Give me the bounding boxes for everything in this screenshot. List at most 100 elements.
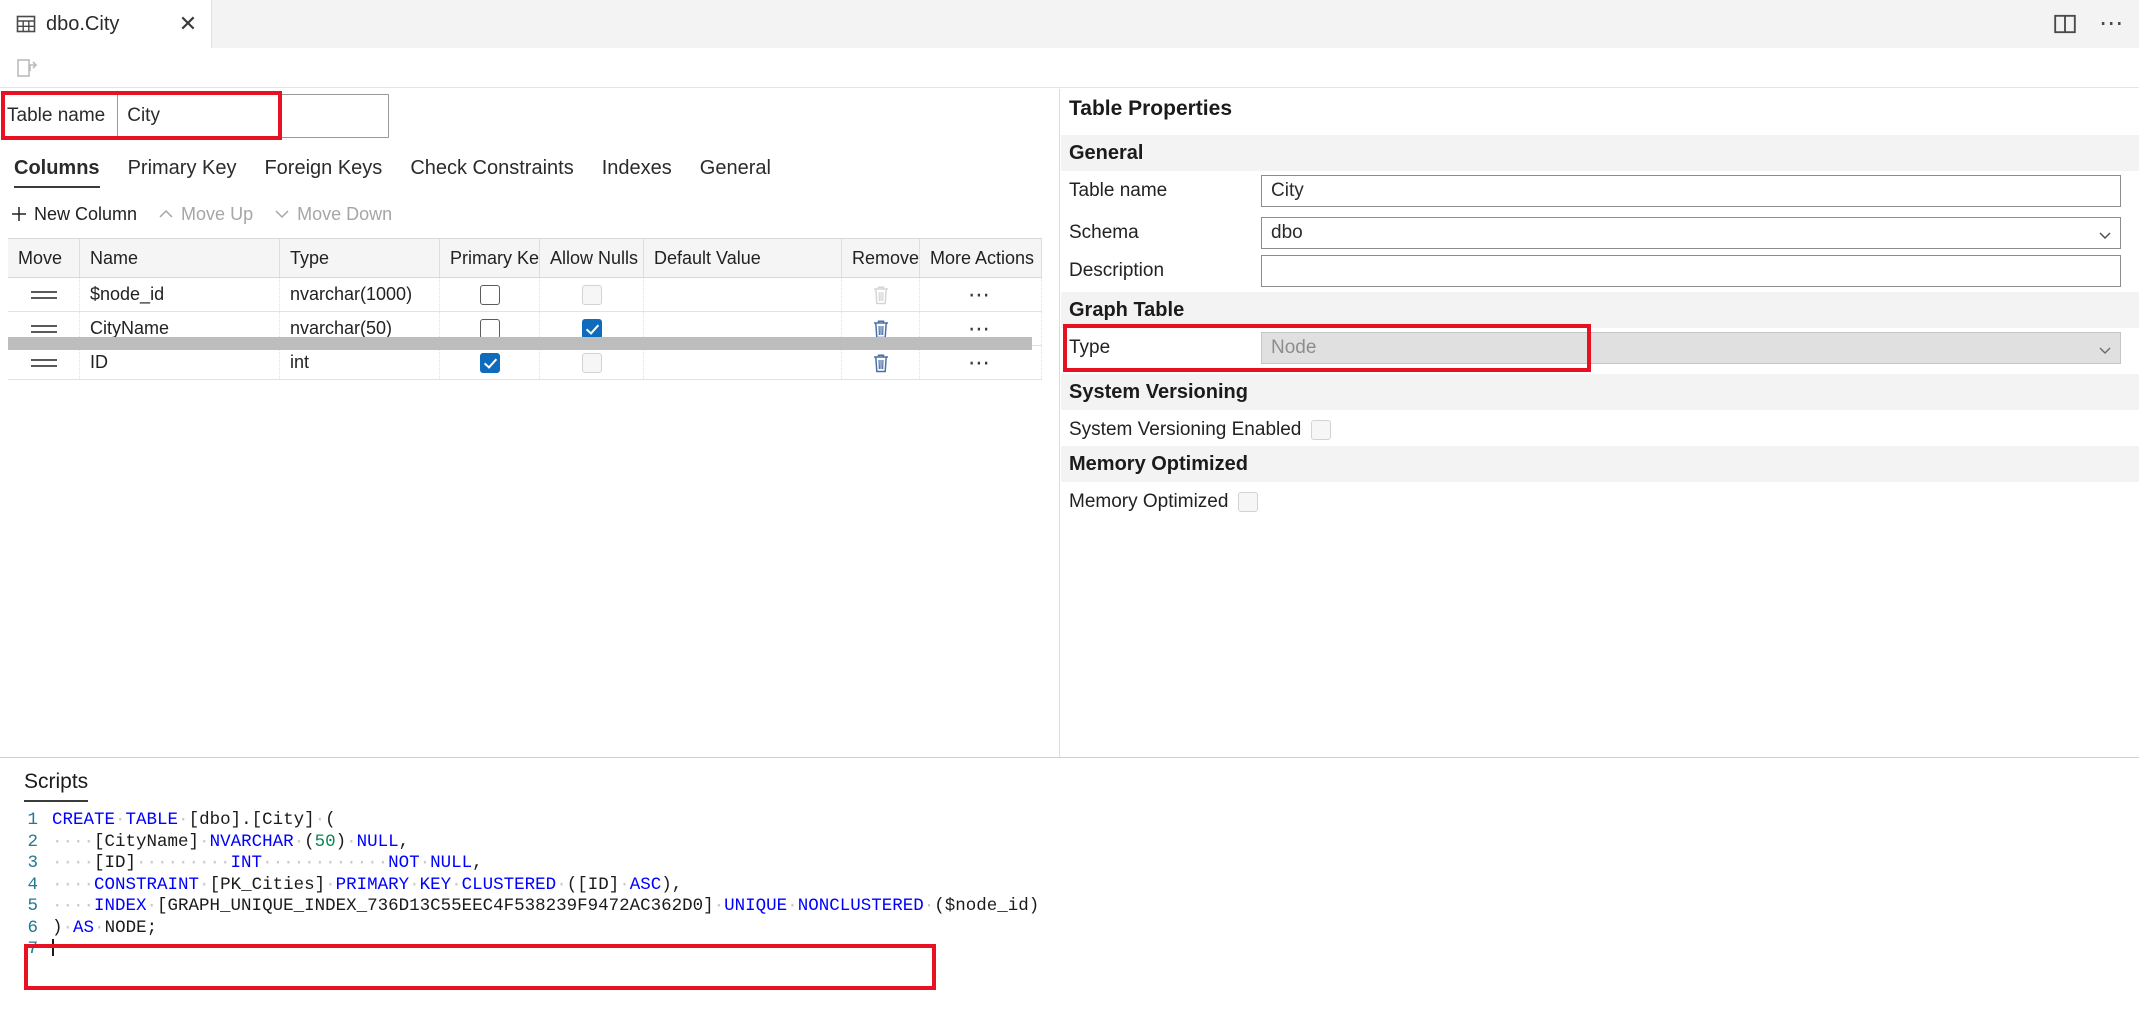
designer-tabs: Columns Primary Key Foreign Keys Check C… — [0, 151, 799, 191]
cell-remove[interactable] — [842, 346, 920, 379]
trash-icon — [871, 284, 891, 306]
move-down-label: Move Down — [297, 203, 393, 224]
tab-check-constraints[interactable]: Check Constraints — [410, 157, 573, 186]
property-label-system-versioning: System Versioning Enabled — [1069, 419, 1302, 440]
code-line: 2 ····[CityName]·NVARCHAR·(50)·NULL, — [0, 832, 2139, 854]
line-number: 2 — [27, 831, 38, 852]
sql-script-editor[interactable]: 1 CREATE·TABLE·[dbo].[City]·(2 ····[CityNa… — [0, 810, 2139, 961]
tab-columns[interactable]: Columns — [14, 157, 100, 188]
close-icon[interactable]: ✕ — [175, 11, 201, 37]
more-actions-icon[interactable]: ⋯ — [968, 283, 993, 306]
publish-changes-icon[interactable] — [16, 57, 38, 79]
line-number: 1 — [27, 810, 38, 830]
code-text: ····CONSTRAINT·[PK_Cities]·PRIMARY·KEY·C… — [52, 874, 683, 895]
property-row-system-versioning: System Versioning Enabled — [1061, 410, 2139, 450]
table-name-label: Table name — [7, 105, 106, 126]
scripts-title: Scripts — [24, 770, 89, 802]
editor-tabstrip: dbo.City ✕ ⋯ — [0, 0, 2139, 49]
line-number: 3 — [27, 853, 38, 873]
col-header-primary-key: Primary Key — [440, 239, 540, 277]
system-versioning-checkbox[interactable] — [1311, 420, 1332, 440]
code-text: CREATE·TABLE·[dbo].[City]·( — [52, 810, 336, 830]
property-input-description[interactable] — [1261, 255, 2121, 287]
cell-column-name[interactable]: ID — [80, 346, 280, 379]
cell-column-name[interactable]: $node_id — [80, 278, 280, 311]
chevron-down-icon — [2098, 341, 2112, 355]
table-row[interactable]: ID int ⋯ — [8, 346, 1042, 380]
scrollbar-thumb[interactable] — [8, 337, 1032, 350]
tab-foreign-keys[interactable]: Foreign Keys — [264, 157, 382, 186]
row-drag-handle[interactable] — [8, 346, 80, 379]
grid-horizontal-scrollbar[interactable] — [8, 337, 1032, 350]
property-row-graph-type: Type Node — [1061, 328, 2139, 368]
code-text: ····INDEX·[GRAPH_UNIQUE_INDEX_736D13C55E… — [52, 896, 1040, 916]
cell-default-value[interactable] — [644, 346, 842, 379]
chevron-up-icon — [157, 205, 175, 223]
code-line: 6)·AS·NODE; — [0, 918, 2139, 940]
cell-remove — [842, 278, 920, 311]
code-line: 1 CREATE·TABLE·[dbo].[City]·( — [0, 810, 2139, 832]
table-name-input[interactable] — [117, 94, 390, 138]
section-memory-optimized-heading: Memory Optimized — [1061, 446, 2139, 482]
editor-tab-label: dbo.City — [46, 12, 120, 35]
property-select-schema[interactable]: dbo — [1261, 217, 2121, 249]
col-header-more-actions: More Actions — [920, 239, 1042, 277]
chevron-down-icon — [2098, 226, 2112, 240]
cell-column-type[interactable]: int — [280, 346, 440, 379]
col-header-allow-nulls: Allow Nulls — [540, 239, 644, 277]
split-editor-icon[interactable] — [2053, 12, 2077, 36]
graph-type-selected-value: Node — [1271, 337, 1317, 358]
table-designer-window: dbo.City ✕ ⋯ Table name City Columns Pri… — [0, 0, 2139, 1026]
code-line: 5 ····INDEX·[GRAPH_UNIQUE_INDEX_736D13C55… — [0, 896, 2139, 918]
property-input-table-name[interactable]: City — [1261, 175, 2121, 207]
more-actions-icon[interactable]: ⋯ — [968, 351, 993, 374]
allow-nulls-checkbox[interactable] — [581, 318, 602, 339]
scripts-panel: Scripts 1 CREATE·TABLE·[dbo].[City]·(2 ···… — [0, 757, 2139, 1026]
property-label-graph-type: Type — [1069, 337, 1111, 358]
cell-more-actions[interactable]: ⋯ — [920, 346, 1042, 379]
tab-indexes[interactable]: Indexes — [602, 157, 672, 186]
section-system-versioning-heading: System Versioning — [1061, 374, 2139, 410]
more-actions-icon[interactable]: ⋯ — [2099, 12, 2125, 36]
col-header-default-value: Default Value — [644, 239, 842, 277]
new-column-label: New Column — [34, 203, 138, 224]
primary-key-checkbox[interactable] — [479, 352, 500, 373]
cell-more-actions[interactable]: ⋯ — [920, 278, 1042, 311]
line-number: 6 — [27, 917, 38, 938]
cell-column-type[interactable]: nvarchar(1000) — [280, 278, 440, 311]
memory-optimized-checkbox[interactable] — [1238, 492, 1259, 512]
code-text — [52, 939, 54, 961]
drag-handle-icon — [30, 323, 57, 335]
code-line: 4 ····CONSTRAINT·[PK_Cities]·PRIMARY·KEY·… — [0, 875, 2139, 897]
primary-key-checkbox[interactable] — [479, 318, 500, 339]
cell-allow-nulls — [540, 346, 644, 379]
code-line: 3 ····[ID]·········INT············NOT·NUL… — [0, 853, 2139, 875]
cell-default-value[interactable] — [644, 278, 842, 311]
primary-key-checkbox[interactable] — [479, 284, 500, 305]
tab-primary-key[interactable]: Primary Key — [128, 157, 237, 186]
col-header-remove: Remove — [842, 239, 920, 277]
code-text: ····[ID]·········INT············NOT·NULL… — [52, 853, 483, 873]
new-column-button[interactable]: New Column — [10, 204, 137, 225]
move-up-button[interactable]: Move Up — [157, 204, 253, 225]
property-row-description: Description — [1061, 251, 2139, 291]
editor-tab-dbo-city[interactable]: dbo.City ✕ — [0, 0, 212, 48]
cell-primary-key[interactable] — [440, 346, 540, 379]
columns-grid: Move Name Type Primary Key Allow Nulls D… — [8, 238, 1042, 380]
plus-icon — [10, 205, 28, 223]
designer-toolbar — [0, 48, 2139, 88]
property-select-graph-type: Node — [1261, 332, 2121, 364]
property-label-memory-optimized: Memory Optimized — [1069, 491, 1229, 512]
col-header-type: Type — [280, 239, 440, 277]
trash-icon[interactable] — [871, 352, 891, 374]
allow-nulls-checkbox — [581, 284, 602, 305]
move-down-button[interactable]: Move Down — [273, 204, 392, 225]
cell-primary-key[interactable] — [440, 278, 540, 311]
row-drag-handle[interactable] — [8, 278, 80, 311]
table-row[interactable]: $node_id nvarchar(1000) ⋯ — [8, 278, 1042, 312]
line-number: 4 — [27, 874, 38, 895]
tab-general[interactable]: General — [700, 157, 771, 186]
window-controls: ⋯ — [2053, 0, 2125, 48]
drag-handle-icon — [30, 357, 57, 369]
table-designer-editor: Table name Columns Primary Key Foreign K… — [0, 89, 1060, 757]
